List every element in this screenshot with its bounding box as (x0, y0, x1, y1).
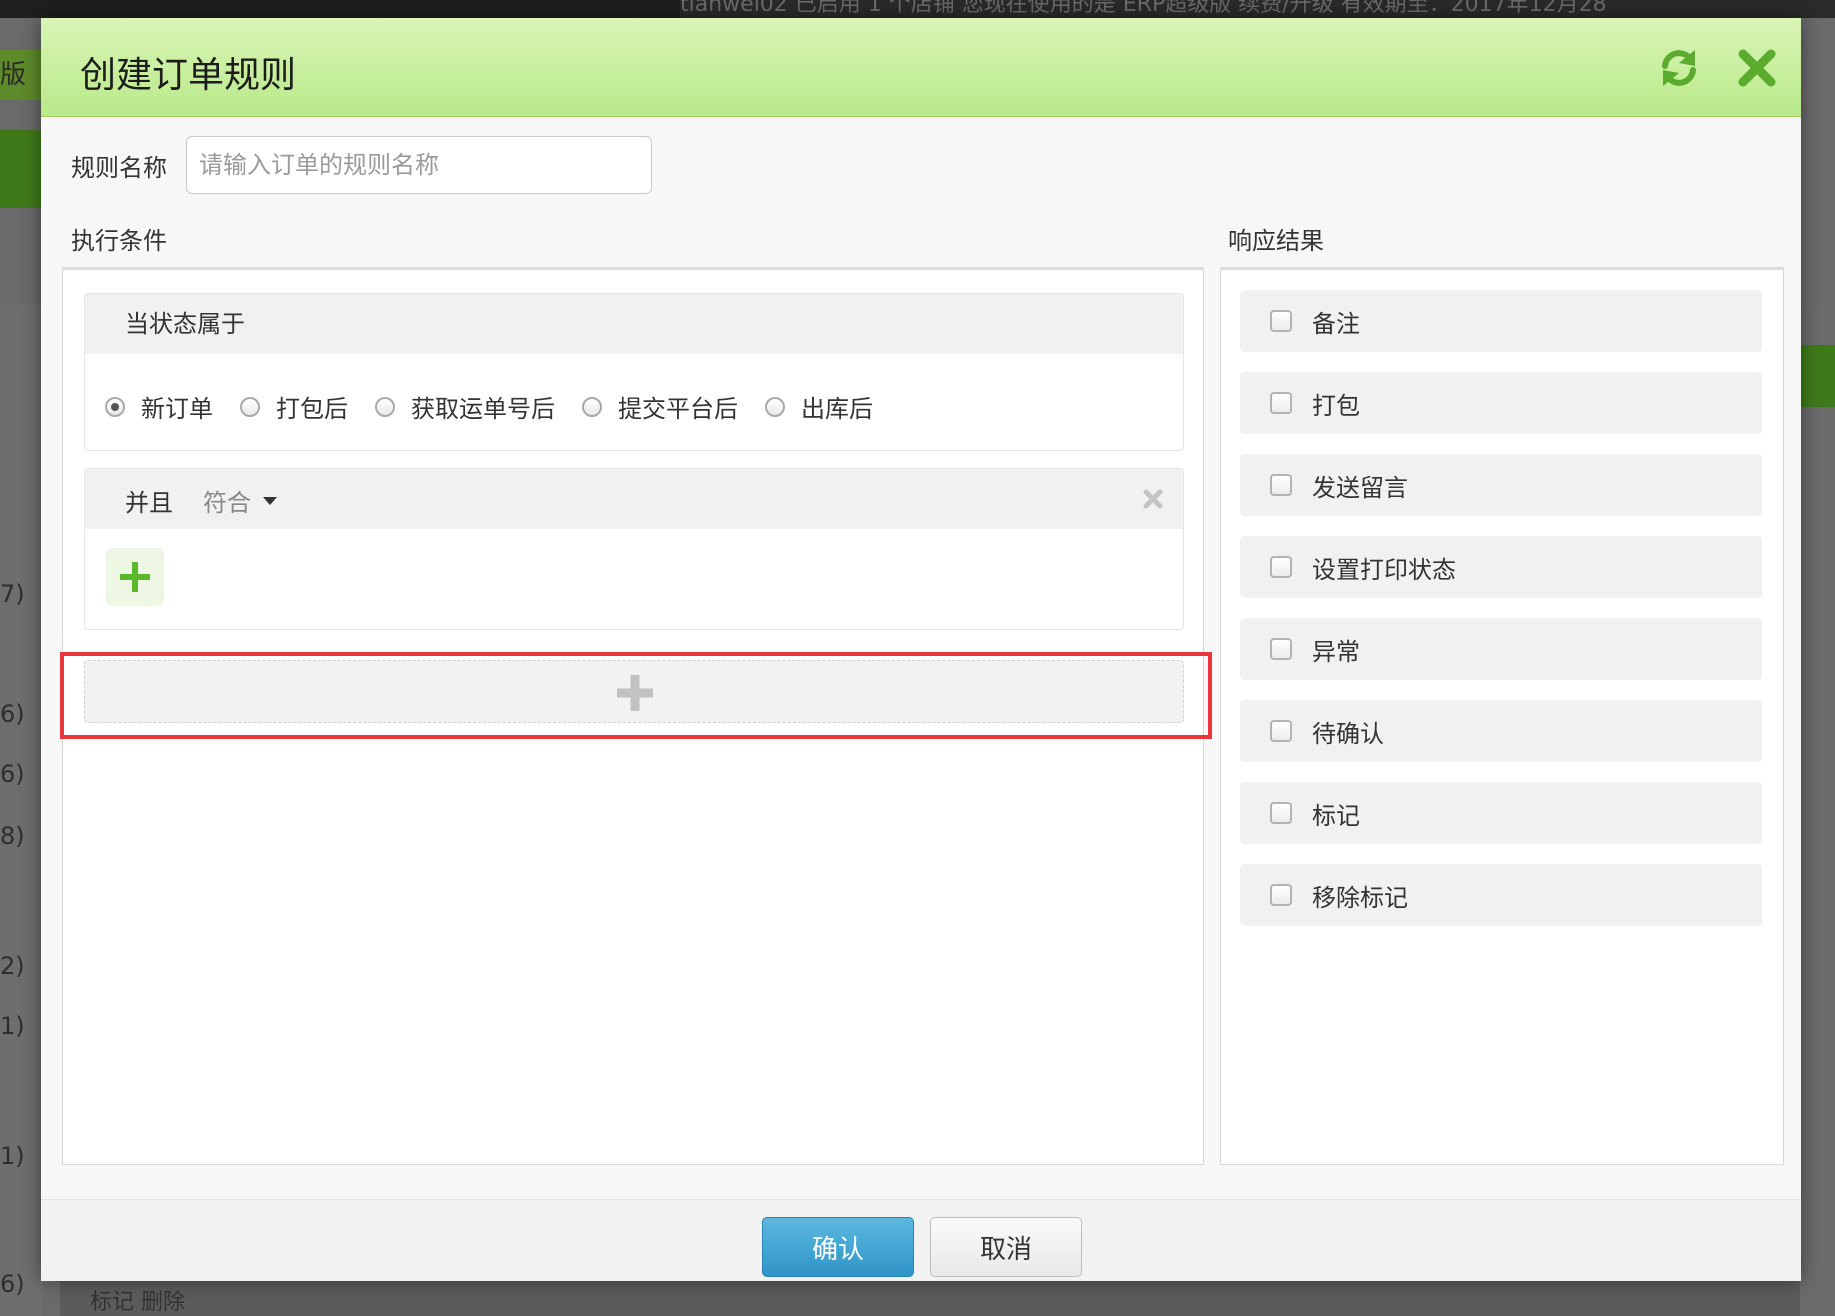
and-block-header: 并且 符合 (85, 469, 1183, 529)
status-option-label: 获取运单号后 (411, 395, 555, 423)
response-item-label: 标记 (1312, 801, 1360, 830)
status-radio-group: 新订单 打包后 获取运单号后 提交平台后 出库后 (105, 389, 900, 424)
response-item-remove-mark[interactable]: 移除标记 (1240, 864, 1762, 926)
rule-name-label: 规则名称 (71, 154, 167, 182)
refresh-icon[interactable] (1657, 46, 1701, 90)
bg-left-count: 1) (0, 1012, 25, 1040)
radio-button[interactable] (375, 396, 395, 417)
status-option-label: 新订单 (141, 395, 213, 423)
bg-left-count: 7) (0, 580, 25, 608)
response-item-label: 待确认 (1312, 719, 1384, 748)
responses-title: 响应结果 (1228, 227, 1324, 255)
checkbox[interactable] (1270, 556, 1292, 578)
response-item-label: 移除标记 (1312, 883, 1408, 912)
checkbox[interactable] (1270, 474, 1292, 496)
dialog-header: 创建订单规则 (41, 18, 1801, 117)
checkbox[interactable] (1270, 802, 1292, 824)
response-item-pending-confirm[interactable]: 待确认 (1240, 700, 1762, 762)
response-item-exception[interactable]: 异常 (1240, 618, 1762, 680)
match-dropdown-value: 符合 (203, 489, 251, 517)
response-item-mark[interactable]: 标记 (1240, 782, 1762, 844)
close-icon[interactable] (1735, 46, 1779, 90)
response-item-label: 发送留言 (1312, 473, 1408, 502)
and-condition-block: 并且 符合 (84, 468, 1184, 630)
status-option-after-submit[interactable]: 提交平台后 (582, 389, 738, 424)
status-option-after-packing[interactable]: 打包后 (240, 389, 348, 424)
bg-left-count: 6) (0, 760, 25, 788)
confirm-button[interactable]: 确认 (762, 1217, 914, 1277)
plus-icon (120, 562, 150, 592)
radio-button[interactable] (240, 396, 260, 417)
bg-left-count: 1) (0, 1142, 25, 1170)
status-option-after-tracking[interactable]: 获取运单号后 (375, 389, 555, 424)
response-item-label: 设置打印状态 (1312, 555, 1456, 584)
checkbox[interactable] (1270, 638, 1292, 660)
add-condition-button[interactable] (106, 548, 164, 606)
bg-right-green-button (1800, 345, 1835, 407)
checkbox[interactable] (1270, 720, 1292, 742)
response-item-print-status[interactable]: 设置打印状态 (1240, 536, 1762, 598)
bg-left-count: 8) (0, 822, 25, 850)
bg-topbar-text: tianwei02 已启用 1 个店铺 您现在使用的是 ERP超级版 续费/升级… (680, 0, 1835, 18)
checkbox[interactable] (1270, 310, 1292, 332)
status-option-new-order[interactable]: 新订单 (105, 389, 213, 424)
response-item-note[interactable]: 备注 (1240, 290, 1762, 352)
status-option-after-outbound[interactable]: 出库后 (765, 389, 873, 424)
bg-bottom-text: 标记 删除 (90, 1290, 185, 1315)
checkbox[interactable] (1270, 392, 1292, 414)
bg-left-count: 2) (0, 952, 25, 980)
bg-left-tab: 版 (0, 50, 42, 100)
bg-right-strip (1800, 305, 1835, 1316)
response-item-label: 异常 (1312, 637, 1360, 666)
caret-down-icon (263, 496, 277, 505)
and-label: 并且 (125, 489, 173, 517)
dialog-body: 规则名称 执行条件 响应结果 当状态属于 新订单 打包后 (41, 117, 1801, 1199)
response-item-pack[interactable]: 打包 (1240, 372, 1762, 434)
status-option-label: 提交平台后 (618, 395, 738, 423)
bg-left-green-block (0, 130, 42, 208)
status-option-label: 出库后 (801, 395, 873, 423)
conditions-title: 执行条件 (71, 227, 167, 255)
match-dropdown[interactable]: 符合 (203, 483, 277, 518)
conditions-panel: 当状态属于 新订单 打包后 获取运单号后 提交平台后 出库后 并且 符合 (60, 267, 1212, 1165)
response-item-send-message[interactable]: 发送留言 (1240, 454, 1762, 516)
status-block-heading: 当状态属于 (85, 294, 1183, 354)
checkbox[interactable] (1270, 884, 1292, 906)
radio-button[interactable] (582, 396, 602, 417)
response-item-label: 打包 (1312, 391, 1360, 420)
bg-left-count: 6) (0, 700, 25, 728)
rule-name-input[interactable] (186, 136, 652, 194)
status-option-label: 打包后 (276, 395, 348, 423)
create-order-rule-dialog: 创建订单规则 规则名称 执行条件 响应结果 当状态属于 (41, 18, 1801, 1281)
bg-bottom-toolbar (60, 1276, 1800, 1316)
highlight-annotation (60, 652, 1212, 739)
dialog-title: 创建订单规则 (80, 55, 297, 96)
radio-button[interactable] (105, 396, 125, 417)
radio-button[interactable] (765, 396, 785, 417)
cancel-button[interactable]: 取消 (930, 1217, 1082, 1277)
remove-icon[interactable] (1141, 487, 1165, 511)
responses-panel: 备注 打包 发送留言 设置打印状态 异常 待确认 标记 移除标记 (1220, 267, 1784, 1165)
status-condition-block: 当状态属于 新订单 打包后 获取运单号后 提交平台后 出库后 (84, 293, 1184, 451)
dialog-footer: 确认 取消 (41, 1199, 1801, 1281)
response-item-label: 备注 (1312, 309, 1360, 338)
bg-left-count: 6) (0, 1270, 25, 1298)
